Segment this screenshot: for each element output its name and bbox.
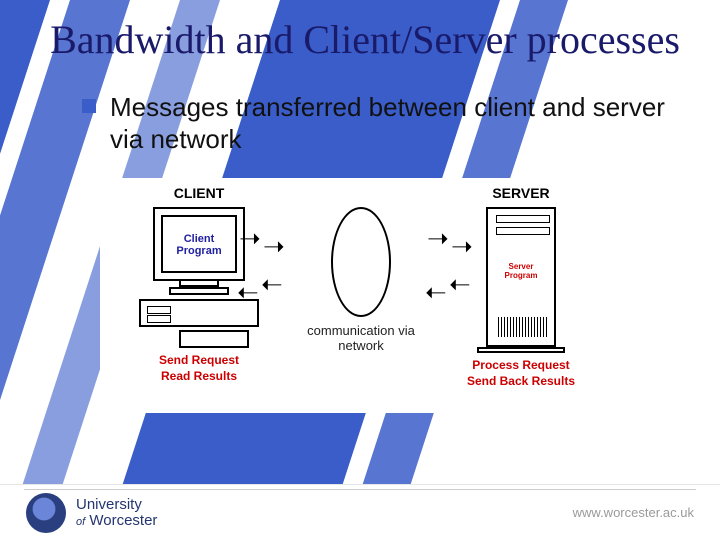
footer-url: www.worcester.ac.uk [573, 505, 694, 520]
network-oval-icon [331, 207, 391, 317]
network-column: communication via network [291, 207, 431, 354]
arrow-left-icon: ➝ [425, 279, 447, 305]
arrow-left-icon: ➝ [261, 271, 283, 297]
bullet-square-icon [82, 99, 96, 113]
bullet-item: Messages transferred between client and … [50, 91, 680, 156]
footer: University of Worcester www.worcester.ac… [0, 484, 720, 540]
arrow-right-icon: ➝ [427, 225, 449, 251]
communication-label: communication via network [291, 323, 431, 354]
server-caption: Process RequestSend Back Results [431, 357, 611, 389]
client-program-label: Client Program [163, 233, 235, 257]
arrow-right-icon: ➝ [263, 233, 285, 259]
client-caption: Send RequestRead Results [109, 352, 289, 384]
server-tower-icon: Server Program [486, 207, 556, 347]
arrow-right-icon: ➝ [239, 225, 261, 251]
client-label: CLIENT [109, 185, 289, 201]
client-monitor-icon: Client Program [153, 207, 245, 281]
arrow-right-icon: ➝ [451, 233, 473, 259]
arrow-left-icon: ➝ [237, 279, 259, 305]
client-server-diagram: CLIENT Client Program Send RequestRead R… [100, 178, 620, 413]
server-label: SERVER [431, 185, 611, 201]
server-program-label: Server Program [494, 263, 548, 281]
university-logo: University of Worcester [26, 493, 157, 533]
arrow-left-icon: ➝ [449, 271, 471, 297]
logo-globe-icon [26, 493, 66, 533]
slide-title: Bandwidth and Client/Server processes [50, 18, 680, 63]
logo-text: University of Worcester [76, 497, 157, 529]
bullet-text: Messages transferred between client and … [110, 91, 680, 156]
client-keyboard-icon [179, 330, 249, 348]
